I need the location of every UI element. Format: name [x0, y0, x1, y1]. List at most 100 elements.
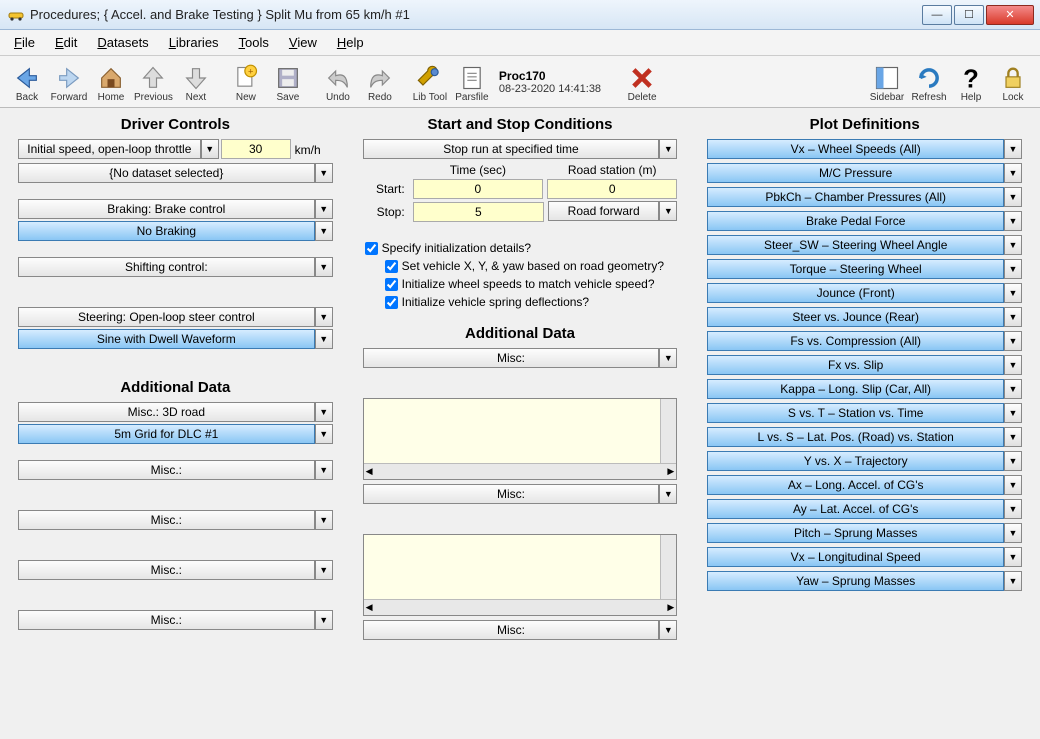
speed-mode-select[interactable]: Initial speed, open-loop throttle	[18, 139, 201, 159]
check-xy[interactable]: Set vehicle X, Y, & yaw based on road ge…	[385, 259, 678, 273]
brake-value-select[interactable]: No Braking	[18, 221, 315, 241]
home-button[interactable]: Home	[90, 62, 132, 105]
misc1-textarea[interactable]: ◀▶	[363, 398, 678, 480]
start-station-input[interactable]: 0	[547, 179, 677, 199]
sidebar-button[interactable]: Sidebar	[866, 62, 908, 105]
chevron-down-icon[interactable]: ▼	[1004, 187, 1022, 207]
chevron-down-icon[interactable]: ▼	[315, 402, 333, 422]
add5-mode-select[interactable]: Misc.:	[18, 610, 315, 630]
libtool-button[interactable]: Lib Tool	[409, 62, 451, 105]
add1-mode-select[interactable]: Misc.: 3D road	[18, 402, 315, 422]
maximize-button[interactable]: ☐	[954, 5, 984, 25]
chevron-down-icon[interactable]: ▼	[1004, 259, 1022, 279]
plot-select-1[interactable]: M/C Pressure	[707, 163, 1004, 183]
delete-button[interactable]: Delete	[621, 62, 663, 105]
plot-select-12[interactable]: L vs. S – Lat. Pos. (Road) vs. Station	[707, 427, 1004, 447]
speed-value-input[interactable]: 30	[221, 139, 291, 159]
chevron-down-icon[interactable]: ▼	[1004, 283, 1022, 303]
check-spring-box[interactable]	[385, 296, 398, 309]
chevron-down-icon[interactable]: ▼	[315, 510, 333, 530]
scrollbar-vertical[interactable]	[660, 535, 676, 599]
check-spring[interactable]: Initialize vehicle spring deflections?	[385, 295, 678, 309]
check-wheel-box[interactable]	[385, 278, 398, 291]
plot-select-16[interactable]: Pitch – Sprung Masses	[707, 523, 1004, 543]
chevron-down-icon[interactable]: ▼	[315, 221, 333, 241]
chevron-down-icon[interactable]: ▼	[659, 201, 677, 221]
plot-select-7[interactable]: Steer vs. Jounce (Rear)	[707, 307, 1004, 327]
chevron-down-icon[interactable]: ▼	[659, 348, 677, 368]
chevron-down-icon[interactable]: ▼	[315, 257, 333, 277]
plot-select-5[interactable]: Torque – Steering Wheel	[707, 259, 1004, 279]
scrollbar-vertical[interactable]	[660, 399, 676, 463]
plot-select-17[interactable]: Vx – Longitudinal Speed	[707, 547, 1004, 567]
plot-select-8[interactable]: Fs vs. Compression (All)	[707, 331, 1004, 351]
redo-button[interactable]: Redo	[359, 62, 401, 105]
shift-mode-select[interactable]: Shifting control:	[18, 257, 315, 277]
add2-mode-select[interactable]: Misc.:	[18, 460, 315, 480]
menu-view[interactable]: View	[281, 33, 325, 52]
parsfile-button[interactable]: Parsfile	[451, 62, 493, 105]
plot-select-13[interactable]: Y vs. X – Trajectory	[707, 451, 1004, 471]
plot-select-2[interactable]: PbkCh – Chamber Pressures (All)	[707, 187, 1004, 207]
misc1-select[interactable]: Misc:	[363, 348, 660, 368]
chevron-down-icon[interactable]: ▼	[201, 139, 219, 159]
check-wheel[interactable]: Initialize wheel speeds to match vehicle…	[385, 277, 678, 291]
plot-select-18[interactable]: Yaw – Sprung Masses	[707, 571, 1004, 591]
brake-mode-select[interactable]: Braking: Brake control	[18, 199, 315, 219]
misc2-textarea[interactable]: ◀▶	[363, 534, 678, 616]
chevron-down-icon[interactable]: ▼	[659, 139, 677, 159]
chevron-down-icon[interactable]: ▼	[1004, 427, 1022, 447]
forward-button[interactable]: Forward	[48, 62, 90, 105]
chevron-down-icon[interactable]: ▼	[1004, 475, 1022, 495]
dataset-select[interactable]: {No dataset selected}	[18, 163, 315, 183]
plot-select-6[interactable]: Jounce (Front)	[707, 283, 1004, 303]
plot-select-0[interactable]: Vx – Wheel Speeds (All)	[707, 139, 1004, 159]
minimize-button[interactable]: —	[922, 5, 952, 25]
menu-libraries[interactable]: Libraries	[161, 33, 227, 52]
plot-select-4[interactable]: Steer_SW – Steering Wheel Angle	[707, 235, 1004, 255]
chevron-down-icon[interactable]: ▼	[315, 307, 333, 327]
chevron-down-icon[interactable]: ▼	[315, 329, 333, 349]
steer-value-select[interactable]: Sine with Dwell Waveform	[18, 329, 315, 349]
plot-select-3[interactable]: Brake Pedal Force	[707, 211, 1004, 231]
stop-time-input[interactable]: 5	[413, 202, 544, 222]
close-button[interactable]: ✕	[986, 5, 1034, 25]
menu-edit[interactable]: Edit	[47, 33, 85, 52]
chevron-down-icon[interactable]: ▼	[1004, 139, 1022, 159]
plot-select-9[interactable]: Fx vs. Slip	[707, 355, 1004, 375]
chevron-down-icon[interactable]: ▼	[1004, 499, 1022, 519]
chevron-down-icon[interactable]: ▼	[1004, 451, 1022, 471]
chevron-down-icon[interactable]: ▼	[1004, 235, 1022, 255]
plot-select-11[interactable]: S vs. T – Station vs. Time	[707, 403, 1004, 423]
check-xy-box[interactable]	[385, 260, 398, 273]
menu-datasets[interactable]: Datasets	[89, 33, 156, 52]
previous-button[interactable]: Previous	[132, 62, 175, 105]
chevron-down-icon[interactable]: ▼	[1004, 571, 1022, 591]
chevron-down-icon[interactable]: ▼	[659, 484, 677, 504]
next-button[interactable]: Next	[175, 62, 217, 105]
chevron-down-icon[interactable]: ▼	[1004, 547, 1022, 567]
misc3-select[interactable]: Misc:	[363, 620, 660, 640]
save-button[interactable]: Save	[267, 62, 309, 105]
chevron-down-icon[interactable]: ▼	[1004, 403, 1022, 423]
menu-file[interactable]: File	[6, 33, 43, 52]
chevron-down-icon[interactable]: ▼	[1004, 379, 1022, 399]
add3-mode-select[interactable]: Misc.:	[18, 510, 315, 530]
plot-select-14[interactable]: Ax – Long. Accel. of CG's	[707, 475, 1004, 495]
menu-help[interactable]: Help	[329, 33, 372, 52]
chevron-down-icon[interactable]: ▼	[1004, 307, 1022, 327]
chevron-down-icon[interactable]: ▼	[1004, 211, 1022, 231]
check-init-box[interactable]	[365, 242, 378, 255]
chevron-down-icon[interactable]: ▼	[1004, 355, 1022, 375]
chevron-down-icon[interactable]: ▼	[659, 620, 677, 640]
new-button[interactable]: +New	[225, 62, 267, 105]
help-button[interactable]: ?Help	[950, 62, 992, 105]
undo-button[interactable]: Undo	[317, 62, 359, 105]
chevron-down-icon[interactable]: ▼	[315, 424, 333, 444]
misc2-select[interactable]: Misc:	[363, 484, 660, 504]
chevron-down-icon[interactable]: ▼	[1004, 163, 1022, 183]
stop-mode-select[interactable]: Stop run at specified time	[363, 139, 660, 159]
back-button[interactable]: Back	[6, 62, 48, 105]
add1-value-select[interactable]: 5m Grid for DLC #1	[18, 424, 315, 444]
add4-mode-select[interactable]: Misc.:	[18, 560, 315, 580]
